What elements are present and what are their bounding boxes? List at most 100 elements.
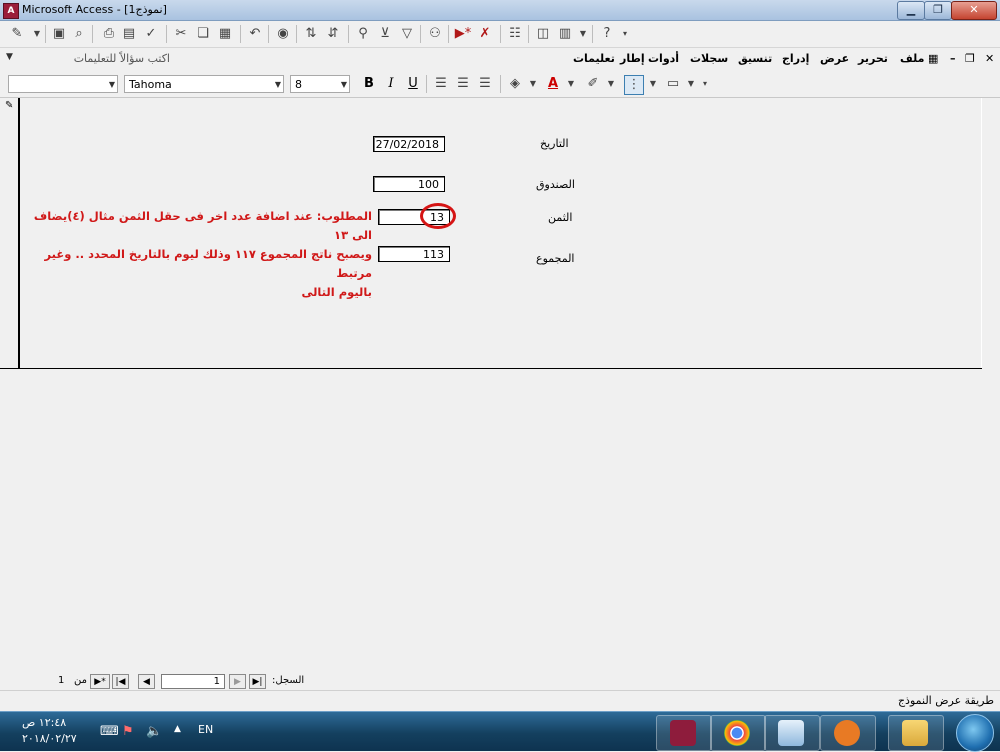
font-size-combo[interactable]: 8 ▼	[290, 75, 350, 93]
border-dropdown-icon[interactable]: ▼	[644, 75, 662, 93]
paste-icon[interactable]: ▦	[216, 25, 234, 43]
new-record-icon[interactable]: ▶*	[454, 25, 472, 43]
menu-insert[interactable]: إدراج	[782, 52, 809, 65]
menu-tools[interactable]: أدوات	[648, 52, 679, 65]
next-record-button[interactable]: ▶	[229, 674, 246, 689]
help-box-dropdown-icon[interactable]: ▼	[6, 52, 13, 62]
apply-filter-icon[interactable]: ▽	[398, 25, 416, 43]
minimize-button[interactable]: ▁	[897, 1, 925, 20]
spelling-icon[interactable]: ✓	[142, 25, 160, 43]
fill-color-dropdown-icon[interactable]: ▼	[524, 75, 542, 93]
new-record-nav-button[interactable]: ▶*	[90, 674, 110, 689]
line-color-icon[interactable]: ✐	[584, 75, 602, 93]
menu-records[interactable]: سجلات	[690, 52, 728, 65]
start-button[interactable]	[956, 714, 994, 752]
last-record-button[interactable]: |◀	[112, 674, 129, 689]
menu-format[interactable]: تنسيق	[738, 52, 772, 65]
chevron-down-icon: ▼	[274, 80, 281, 89]
close-button[interactable]: ✕	[951, 1, 997, 20]
prev-record-button[interactable]: ◀	[138, 674, 155, 689]
border-width-icon[interactable]: ⋮	[624, 75, 644, 95]
record-of-label: من	[74, 675, 87, 686]
menu-close-icon[interactable]: ✕	[985, 52, 994, 65]
align-left-icon[interactable]: ☰	[432, 75, 450, 93]
record-label: السجل:	[272, 675, 305, 686]
media-player-icon	[834, 720, 860, 746]
special-effect-icon[interactable]: ▭	[664, 75, 682, 93]
clock-time[interactable]: ١٢:٤٨ ص	[22, 716, 66, 729]
search-file-icon[interactable]: ⌕	[70, 25, 88, 43]
bold-button[interactable]: B	[360, 75, 378, 93]
italic-button[interactable]: I	[382, 75, 400, 93]
font-color-button[interactable]: A	[544, 75, 562, 93]
sort-ascending-icon[interactable]: ⇅	[302, 25, 320, 43]
underline-button[interactable]: U	[404, 75, 422, 93]
first-record-button[interactable]: ▶|	[249, 674, 266, 689]
record-selector-border	[19, 98, 20, 368]
menu-minimize-icon[interactable]: –	[950, 52, 956, 65]
database-window-icon[interactable]: ◫	[534, 25, 552, 43]
filter-selection-icon[interactable]: ⚲	[354, 25, 372, 43]
menu-window[interactable]: إطار	[620, 52, 645, 65]
maximize-button[interactable]: ❐	[924, 1, 952, 20]
menu-edit[interactable]: تحرير	[858, 52, 888, 65]
view-switch-icon[interactable]: ✎	[8, 25, 26, 43]
filter-form-icon[interactable]: ⊻	[376, 25, 394, 43]
find-icon[interactable]: ⚇	[426, 25, 444, 43]
current-record-input[interactable]: 1	[161, 674, 225, 689]
date-field[interactable]: 27/02/2018	[373, 136, 445, 152]
save-icon[interactable]: ▣	[50, 25, 68, 43]
menu-view[interactable]: عرض	[820, 52, 849, 65]
show-hidden-icons-icon[interactable]: ▲	[174, 724, 181, 734]
box-label: الصندوق	[536, 178, 575, 191]
hyperlink-icon[interactable]: ◉	[274, 25, 292, 43]
total-label: المجموع	[536, 252, 575, 265]
new-object-dropdown-icon[interactable]: ▼	[574, 25, 592, 43]
taskbar-app-access[interactable]	[656, 715, 712, 751]
clock-date[interactable]: ٢٠١٨/٠٢/٢٧	[22, 732, 77, 745]
object-combo[interactable]: ▼	[8, 75, 118, 93]
help-question-box[interactable]: اكتب سؤالاً للتعليمات	[20, 52, 170, 65]
taskbar-app-explorer[interactable]	[888, 715, 944, 751]
taskbar-app-notepad[interactable]	[764, 715, 820, 751]
taskbar-app-media-player[interactable]	[820, 715, 876, 751]
line-color-dropdown-icon[interactable]: ▼	[602, 75, 620, 93]
volume-icon[interactable]: 🔈	[146, 724, 162, 739]
align-center-icon[interactable]: ☰	[454, 75, 472, 93]
box-field[interactable]: 100	[373, 176, 445, 192]
align-right-icon[interactable]: ☰	[476, 75, 494, 93]
undo-icon[interactable]: ↶	[246, 25, 264, 43]
menu-file[interactable]: ملف	[900, 52, 924, 65]
font-name-combo[interactable]: Tahoma ▼	[124, 75, 284, 93]
copy-icon[interactable]: ❏	[194, 25, 212, 43]
menu-restore-icon[interactable]: ❐	[965, 52, 975, 65]
network-icon[interactable]: ⌨	[100, 724, 119, 739]
print-icon[interactable]: ⎙	[100, 25, 118, 43]
new-object-icon[interactable]: ▥	[556, 25, 574, 43]
total-field[interactable]: 113	[378, 246, 450, 262]
record-selector-bar[interactable]: ✎	[0, 98, 19, 368]
toolbar-options-icon[interactable]: ▾	[616, 25, 634, 43]
notepad-icon	[778, 720, 804, 746]
sort-descending-icon[interactable]: ⇵	[324, 25, 342, 43]
font-color-dropdown-icon[interactable]: ▼	[562, 75, 580, 93]
access-key-icon[interactable]: A	[3, 3, 19, 19]
cut-icon[interactable]: ✂	[172, 25, 190, 43]
help-icon[interactable]: ?	[598, 25, 616, 43]
menu-bar: ▼ اكتب سؤالاً للتعليمات تعليمات إطار أدو…	[0, 48, 1000, 70]
toolbar-separator	[92, 25, 93, 43]
delete-record-icon[interactable]: ✗	[476, 25, 494, 43]
properties-icon[interactable]: ☷	[506, 25, 524, 43]
view-dropdown-icon[interactable]: ▼	[28, 25, 46, 43]
print-preview-icon[interactable]: ▤	[120, 25, 138, 43]
window-title: Microsoft Access - [نموذج1]	[22, 3, 167, 16]
fill-color-icon[interactable]: ◈	[506, 75, 524, 93]
toolbar-options-icon[interactable]: ▾	[696, 75, 714, 93]
language-indicator[interactable]: EN	[198, 723, 213, 736]
toolbar-separator	[268, 25, 269, 43]
pencil-edit-icon: ✎	[5, 100, 14, 111]
action-center-icon[interactable]: ⚑	[122, 724, 134, 739]
toolbar-separator	[528, 25, 529, 43]
taskbar-app-chrome[interactable]	[710, 715, 766, 751]
menu-help[interactable]: تعليمات	[573, 52, 615, 65]
